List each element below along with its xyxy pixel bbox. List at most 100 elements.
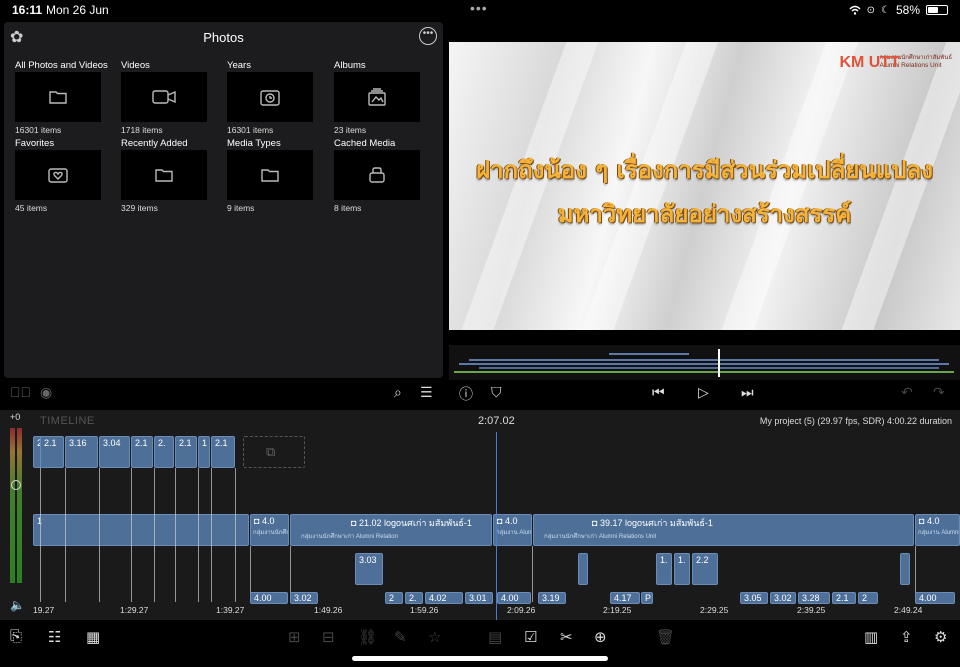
checkmark-circle-icon[interactable]: ✓⃝: [10, 384, 31, 400]
photos-title: Photos: [203, 30, 244, 45]
tile-count: 45 items: [15, 203, 48, 213]
tile-favorites[interactable]: Favorites 45 items: [15, 138, 115, 213]
inspector-icon[interactable]: ☷: [48, 628, 61, 646]
main-clip[interactable]: ◘ 21.02 logoนศเก่า มสัมพันธ์-1 กลุ่มงานนั…: [290, 514, 492, 546]
photos-footer: ✓⃝ ◉ ⌕ ☰: [4, 380, 443, 406]
lower-clip[interactable]: 2.2: [692, 553, 718, 585]
trash-icon[interactable]: 🗑: [656, 628, 675, 646]
project-browser-icon[interactable]: ⎘: [10, 628, 22, 645]
folder-icon: [121, 150, 207, 200]
playhead[interactable]: [496, 432, 497, 620]
project-info: My project (5) (29.97 fps, SDR) 4:00.22 …: [759, 416, 952, 426]
star-folder-icon[interactable]: ☆: [428, 628, 441, 646]
main-clip[interactable]: ◘ 4.0กลุ่มงานนักศึกษาเก่า Alumni Relatio…: [250, 514, 289, 546]
marker-icon[interactable]: ⛉: [491, 384, 502, 401]
lower-clip[interactable]: 3.03: [355, 553, 383, 585]
main-clip[interactable]: ◘ 4.0กลุ่มงาน Alumni: [493, 514, 532, 546]
tile-videos[interactable]: Videos 1718 items: [121, 60, 221, 135]
volume-knob[interactable]: [11, 480, 21, 490]
overlay-clip[interactable]: 1: [198, 436, 210, 468]
search-icon[interactable]: ⌕: [394, 384, 402, 401]
play-icon[interactable]: ▷: [698, 384, 709, 401]
status-right: ⊙ ☾ 58%: [849, 3, 948, 17]
main-clip[interactable]: ◘ 39.17 logoนศเก่า มสัมพันธ์-1 กลุ่มงานนั…: [533, 514, 914, 546]
clipboard-icon[interactable]: ▤: [488, 628, 502, 646]
lower-clip[interactable]: [578, 553, 588, 585]
info-icon[interactable]: ⓘ: [459, 384, 473, 404]
tile-media-types[interactable]: Media Types 9 items: [227, 138, 327, 213]
tile-label: Media Types: [227, 138, 281, 149]
moon-icon: ☾: [881, 4, 890, 16]
insert-icon[interactable]: ⊞: [288, 628, 301, 646]
overlay-clip[interactable]: 2.: [154, 436, 174, 468]
tile-all-photos[interactable]: All Photos and Videos 16301 items: [15, 60, 115, 135]
pencil-icon[interactable]: ✎: [394, 628, 407, 646]
add-icon[interactable]: ⊕: [594, 628, 607, 646]
overlay-clip[interactable]: 2.1: [40, 436, 64, 468]
overlay-clip[interactable]: 3.16: [65, 436, 98, 468]
battery-percent: 58%: [895, 3, 920, 17]
multitasking-dots-icon[interactable]: •••: [470, 0, 488, 16]
tile-cached-media[interactable]: Cached Media 8 items: [334, 138, 434, 213]
tile-albums[interactable]: Albums 23 items: [334, 60, 434, 135]
battery-icon: [926, 5, 948, 15]
layout-icon[interactable]: ▥: [864, 628, 878, 646]
main-clip[interactable]: ◘ 4.0กลุ่มงาน Alumni Relati: [915, 514, 960, 546]
kmutt-logo: KM UTT กลุ่มงานนักศึกษาเก่าสัมพันธ์ Alum…: [839, 52, 952, 71]
audio-meter-right: [17, 428, 22, 583]
rotation-lock-icon: ⊙: [866, 4, 875, 16]
overlay-clip[interactable]: 2.1: [175, 436, 197, 468]
more-options-icon[interactable]: •••: [419, 27, 437, 45]
cache-box-icon: [334, 150, 420, 200]
minimap-playhead[interactable]: [718, 349, 720, 377]
list-view-icon[interactable]: ☰: [420, 384, 433, 401]
heart-folder-icon: [15, 150, 101, 200]
tile-count: 8 items: [334, 203, 362, 213]
timeline[interactable]: TIMELINE 2:07.02 My project (5) (29.97 f…: [0, 410, 960, 620]
video-camera-icon: [121, 72, 207, 122]
audio-meter-label: +0: [10, 412, 21, 422]
radio-circle-icon[interactable]: ◉: [40, 384, 52, 401]
stack-icon: ⧉: [266, 444, 276, 459]
tile-label: Favorites: [15, 138, 55, 149]
skip-back-icon[interactable]: ⏮: [652, 384, 665, 401]
folder-icon: [227, 150, 313, 200]
tile-label: Recently Added: [121, 138, 188, 149]
tile-count: 23 items: [334, 125, 367, 135]
logo-mark: KM UTT: [839, 54, 900, 71]
undo-icon[interactable]: ↶: [901, 384, 913, 401]
tile-years[interactable]: Years 16301 items: [227, 60, 327, 135]
lower-clip[interactable]: 1.: [656, 553, 672, 585]
share-icon[interactable]: ⇪: [900, 628, 913, 646]
settings-gear-icon[interactable]: ⚙: [934, 628, 947, 646]
checkmark-box-icon[interactable]: ☑: [524, 628, 537, 646]
status-date: Mon 26 Jun: [46, 3, 109, 17]
overlay-clip[interactable]: 3.04: [99, 436, 130, 468]
waveform-icon[interactable]: ▦: [86, 628, 100, 646]
playback-controls: ⓘ ⛉ ⏮ ▷ ⏭ ↶ ↷: [449, 380, 960, 408]
tile-count: 1718 items: [121, 125, 163, 135]
overlay-clip[interactable]: 2.1: [211, 436, 235, 468]
timeline-label: TIMELINE: [40, 415, 95, 427]
home-indicator[interactable]: [352, 656, 608, 661]
tile-count: 16301 items: [227, 125, 274, 135]
scissors-icon[interactable]: ✂: [560, 628, 573, 646]
timeline-minimap[interactable]: [449, 345, 960, 380]
tile-count: 16301 items: [15, 125, 62, 135]
skip-forward-icon[interactable]: ⏭: [741, 384, 754, 401]
drop-placeholder[interactable]: ⧉: [243, 436, 305, 468]
overwrite-icon[interactable]: ⊟: [322, 628, 335, 646]
tile-label: Videos: [121, 60, 150, 71]
album-stack-icon: [334, 72, 420, 122]
tile-recently-added[interactable]: Recently Added 329 items: [121, 138, 221, 213]
lower-clip[interactable]: 1.: [674, 553, 690, 585]
lower-clip[interactable]: [900, 553, 910, 585]
calendar-clock-icon: [227, 72, 313, 122]
time-ruler[interactable]: 19.27 1:29.27 1:39.27 1:49.26 1:59.26 2:…: [0, 602, 960, 620]
overlay-clip[interactable]: 2.1: [131, 436, 153, 468]
link-icon[interactable]: ⛓: [358, 628, 377, 646]
redo-icon[interactable]: ↷: [933, 384, 945, 401]
video-preview[interactable]: KM UTT กลุ่มงานนักศึกษาเก่าสัมพันธ์ Alum…: [449, 42, 960, 330]
wifi-icon: [849, 5, 861, 15]
headline-line-1: ฝากถึงน้อง ๆ เรื่องการมีส่วนร่วมเปลี่ยนแ…: [476, 156, 933, 184]
